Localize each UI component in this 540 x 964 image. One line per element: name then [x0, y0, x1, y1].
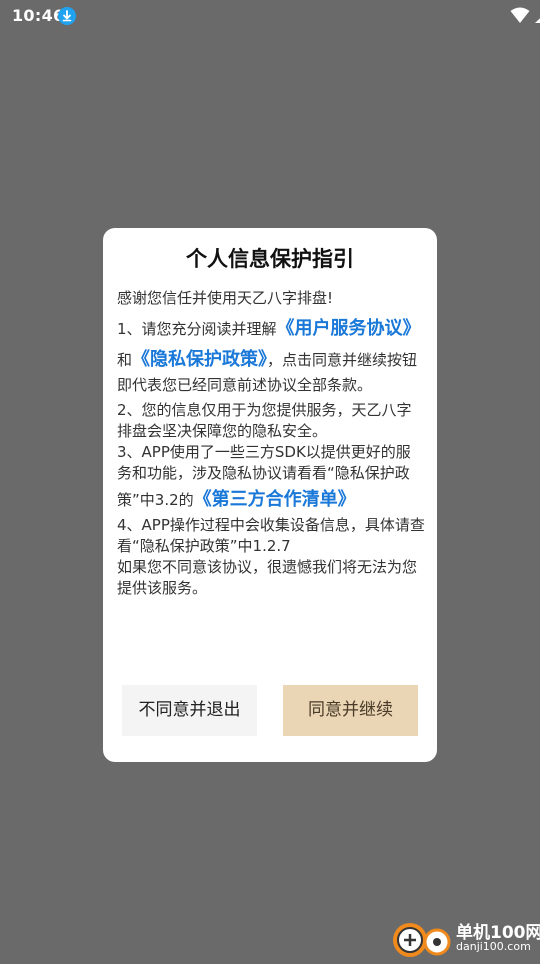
watermark-site-url: danji100.com	[456, 940, 531, 953]
signal-icon	[534, 7, 540, 28]
decline-and-exit-button[interactable]: 不同意并退出	[122, 685, 257, 736]
privacy-policy-link[interactable]: 《隐私保护政策》	[132, 349, 267, 370]
user-agreement-link[interactable]: 《用户服务协议》	[277, 318, 421, 339]
third-party-list-link[interactable]: 《第三方合作清单》	[194, 489, 356, 510]
dialog-body: 感谢您信任并使用天乙八字排盘! 1、请您充分阅读并理解《用户服务协议》 和《隐私…	[117, 288, 425, 599]
clause-1-and: 和	[117, 351, 133, 369]
watermark: 单机100网 danji100.com	[390, 916, 540, 960]
status-time: 10:46	[12, 6, 65, 25]
dialog-title: 个人信息保护指引	[186, 247, 354, 271]
privacy-dialog: 个人信息保护指引 感谢您信任并使用天乙八字排盘! 1、请您充分阅读并理解《用户服…	[103, 228, 437, 762]
status-bar: 10:46	[0, 0, 540, 32]
wifi-icon	[510, 6, 530, 28]
download-icon	[58, 7, 76, 25]
clause-1-text-a: 1、请您充分阅读并理解	[117, 320, 277, 338]
clause-2: 2、您的信息仅用于为您提供服务，天乙八字排盘会坚决保障您的隐私安全。	[117, 401, 412, 440]
intro-text: 感谢您信任并使用天乙八字排盘!	[117, 289, 334, 307]
clause-3: 3、APP使用了一些三方SDK以提供更好的服务和功能，涉及隐私协议请看看“隐私保…	[117, 442, 425, 515]
agree-and-continue-button[interactable]: 同意并继续	[283, 685, 418, 736]
clause-4: 4、APP操作过程中会收集设备信息，具体请查看“隐私保护政策”中1.2.7	[117, 516, 425, 555]
watermark-logo-icon	[390, 916, 456, 964]
decline-notice: 如果您不同意该协议，很遗憾我们将无法为您提供该服务。	[117, 558, 418, 597]
clause-1: 1、请您充分阅读并理解《用户服务协议》 和《隐私保护政策》，点击同意并继续按钮即…	[117, 313, 425, 396]
